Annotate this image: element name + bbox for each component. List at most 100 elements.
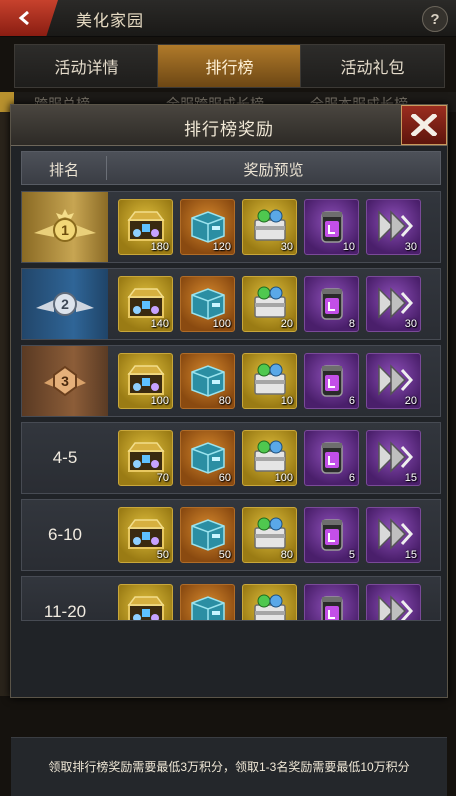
rank-cell: 11-20 <box>22 577 108 621</box>
item-count: 60 <box>218 472 231 484</box>
reward-item[interactable]: 15 <box>366 507 421 563</box>
reward-item[interactable]: 50 <box>180 507 235 563</box>
reward-item[interactable]: 40 <box>180 584 235 620</box>
reward-item[interactable]: 100 <box>118 353 173 409</box>
item-count: 120 <box>212 241 231 253</box>
item-count: 50 <box>218 549 231 561</box>
back-button[interactable] <box>0 0 58 36</box>
tab-leaderboard[interactable]: 排行榜 <box>157 44 302 88</box>
page-title: 美化家园 <box>76 13 145 30</box>
reward-row: 6-10 50 50 80 5 15 <box>21 499 441 571</box>
reward-item[interactable]: 8 <box>304 276 359 332</box>
item-count: 80 <box>280 549 293 561</box>
rank-cell: 3 <box>22 346 108 416</box>
reward-item[interactable]: 80 <box>180 353 235 409</box>
item-count: 10 <box>280 395 293 407</box>
reward-item[interactable]: 15 <box>366 430 421 486</box>
reward-item[interactable]: 70 <box>118 430 173 486</box>
close-button[interactable] <box>401 105 447 145</box>
reward-item-list: 70 60 100 6 15 <box>118 430 436 488</box>
help-button[interactable]: ? <box>422 6 448 32</box>
item-count: 80 <box>218 395 231 407</box>
item-count: 100 <box>274 472 293 484</box>
reward-modal: 排行榜奖励 排名 奖励预览 1 180 120 30 10 30 2 140 100 20 8 30 3… <box>10 104 448 796</box>
reward-item[interactable]: 6 <box>304 430 359 486</box>
footer-bar: 领取排行榜奖励需要最低3万积分，领取1-3名奖励需要最低10万积分 <box>11 737 447 796</box>
reward-item[interactable]: 30 <box>242 199 297 255</box>
reward-item[interactable]: 20 <box>366 353 421 409</box>
reward-item[interactable]: 10 <box>304 199 359 255</box>
item-count: 10 <box>342 241 355 253</box>
reward-item[interactable]: 30 <box>366 276 421 332</box>
modal-title: 排行榜奖励 <box>184 120 274 139</box>
item-count: 6 <box>348 472 355 484</box>
table-header: 排名 奖励预览 <box>21 151 441 185</box>
rank-cell: 6-10 <box>22 500 108 570</box>
close-icon <box>411 114 437 136</box>
item-count: 180 <box>150 241 169 253</box>
tab-activity-details[interactable]: 活动详情 <box>14 44 159 88</box>
reward-item[interactable]: 180 <box>118 199 173 255</box>
reward-item[interactable]: 6 <box>304 353 359 409</box>
reward-item-list: 404060415 <box>118 584 436 620</box>
reward-item[interactable]: 140 <box>118 276 173 332</box>
reward-item[interactable]: 60 <box>242 584 297 620</box>
bronze-rank-badge-icon: 3 <box>32 357 98 406</box>
reward-item[interactable]: 100 <box>242 430 297 486</box>
reward-item[interactable]: 40 <box>118 584 173 620</box>
item-count: 70 <box>156 472 169 484</box>
item-count: 100 <box>212 318 231 330</box>
rank-cell: 2 <box>22 269 108 339</box>
rank-cell: 1 <box>22 192 108 262</box>
reward-item[interactable]: 5 <box>304 507 359 563</box>
rank-column-header: 排名 <box>48 162 79 179</box>
reward-row: 4-5 70 60 100 6 15 <box>21 422 441 494</box>
reward-item[interactable]: 20 <box>242 276 297 332</box>
rank-label: 4-5 <box>52 448 78 467</box>
tab-bar: 活动详情 排行榜 活动礼包 <box>0 44 456 88</box>
reward-item[interactable]: 120 <box>180 199 235 255</box>
svg-text:3: 3 <box>61 373 69 389</box>
item-count: 15 <box>404 472 417 484</box>
item-count: 5 <box>348 549 355 561</box>
reward-item[interactable]: 100 <box>180 276 235 332</box>
back-arrow-icon <box>18 10 29 26</box>
reward-row: 11-20404060415 <box>21 576 441 621</box>
svg-text:1: 1 <box>61 222 69 238</box>
item-count: 20 <box>280 318 293 330</box>
reward-item[interactable]: 15 <box>366 584 421 620</box>
item-count: 30 <box>404 318 417 330</box>
item-count: 30 <box>404 241 417 253</box>
rank-label: 11-20 <box>43 602 87 621</box>
gold-rank-badge-icon: 1 <box>32 203 98 252</box>
reward-item[interactable]: 80 <box>242 507 297 563</box>
reward-item-list: 140 100 20 8 30 <box>118 276 436 334</box>
item-count: 30 <box>280 241 293 253</box>
rank-cell: 4-5 <box>22 423 108 493</box>
item-count: 100 <box>150 395 169 407</box>
top-bar: 美化家园 ? <box>0 0 456 37</box>
reward-item[interactable]: 4 <box>304 584 359 620</box>
reward-item[interactable]: 30 <box>366 199 421 255</box>
item-count: 15 <box>404 549 417 561</box>
reward-item[interactable]: 50 <box>118 507 173 563</box>
item-count: 50 <box>156 549 169 561</box>
silver-rank-badge-icon: 2 <box>32 280 98 329</box>
item-count: 6 <box>348 395 355 407</box>
reward-item-list: 100 80 10 6 20 <box>118 353 436 411</box>
svg-text:2: 2 <box>61 296 69 312</box>
reward-row: 2 140 100 20 8 30 <box>21 268 441 340</box>
item-count: 8 <box>348 318 355 330</box>
tab-activity-gift[interactable]: 活动礼包 <box>300 44 445 88</box>
reward-column-header: 奖励预览 <box>243 162 304 179</box>
reward-item[interactable]: 10 <box>242 353 297 409</box>
rank-label: 6-10 <box>47 525 83 544</box>
reward-row: 3 100 80 10 6 20 <box>21 345 441 417</box>
reward-row: 1 180 120 30 10 30 <box>21 191 441 263</box>
item-count: 20 <box>404 395 417 407</box>
reward-item-list: 180 120 30 10 30 <box>118 199 436 257</box>
reward-item[interactable]: 60 <box>180 430 235 486</box>
modal-header: 排行榜奖励 <box>11 105 447 146</box>
item-count: 140 <box>150 318 169 330</box>
reward-item-list: 50 50 80 5 15 <box>118 507 436 565</box>
